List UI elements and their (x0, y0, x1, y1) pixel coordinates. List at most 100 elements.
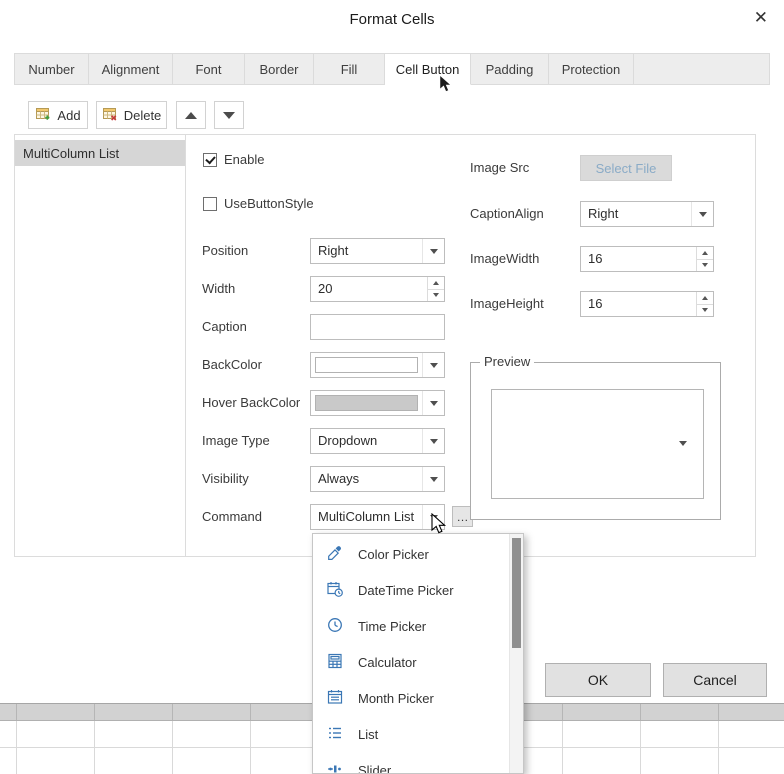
close-icon[interactable]: ✕ (754, 8, 768, 28)
page-title: Format Cells (0, 11, 784, 28)
list-item-label: MultiColumn List (23, 146, 119, 161)
position-dropdown[interactable]: Right (310, 238, 445, 264)
popup-item-label: Calculator (358, 655, 417, 670)
popup-item-month-picker[interactable]: Month Picker (313, 680, 523, 716)
popup-item-list[interactable]: List (313, 716, 523, 752)
tab-font[interactable]: Font (173, 54, 245, 85)
dropdown-arrow-button[interactable] (422, 429, 444, 453)
command-label: Command (202, 504, 262, 530)
popup-item-slider[interactable]: Slider (313, 752, 523, 774)
list-item[interactable]: MultiColumn List (15, 140, 185, 166)
format-cells-dialog: Format Cells ✕ Number Alignment Font Bor… (0, 0, 784, 774)
tab-number[interactable]: Number (15, 54, 89, 85)
tab-fill[interactable]: Fill (314, 54, 385, 85)
calculator-icon (326, 652, 344, 673)
preview-dropdown-arrow-icon (679, 441, 687, 446)
month-picker-icon (326, 688, 344, 709)
chevron-down-icon (430, 515, 438, 520)
ok-button[interactable]: OK (545, 663, 651, 697)
enable-label: Enable (224, 147, 264, 173)
tab-protection[interactable]: Protection (549, 54, 634, 85)
add-button[interactable]: Add (28, 101, 88, 129)
move-down-button[interactable] (214, 101, 244, 129)
caption-align-value: Right (581, 202, 691, 226)
image-width-spinner[interactable]: 16 (580, 246, 714, 272)
color-picker-icon (326, 544, 344, 565)
image-height-spinner[interactable]: 16 (580, 291, 714, 317)
dropdown-arrow-button[interactable] (422, 239, 444, 263)
preview-cell-box (491, 389, 704, 499)
popup-item-time-picker[interactable]: Time Picker (313, 608, 523, 644)
delete-button-label: Delete (124, 108, 162, 123)
dropdown-arrow-button[interactable] (422, 505, 444, 529)
use-button-style-label: UseButtonStyle (224, 191, 314, 217)
popup-scrollbar-thumb[interactable] (512, 538, 521, 648)
image-height-label: ImageHeight (470, 291, 544, 317)
width-spinner[interactable]: 20 (310, 276, 445, 302)
caption-align-label: CaptionAlign (470, 201, 544, 227)
popup-item-label: Time Picker (358, 619, 426, 634)
tab-label: Border (259, 62, 298, 77)
popup-scrollbar[interactable] (509, 534, 523, 773)
delete-icon (102, 106, 118, 125)
preview-group-label: Preview (480, 354, 534, 369)
spinner-down-button[interactable] (697, 305, 713, 317)
tab-label: Number (28, 62, 74, 77)
popup-item-color-picker[interactable]: Color Picker (313, 536, 523, 572)
time-picker-icon (326, 616, 344, 637)
dropdown-arrow-button[interactable] (422, 467, 444, 491)
tab-border[interactable]: Border (245, 54, 314, 85)
command-dropdown-popup: Color Picker DateTime Picker Time Picker… (312, 533, 524, 774)
caption-input[interactable] (310, 314, 445, 340)
spinner-up-icon (702, 296, 708, 300)
popup-item-label: Month Picker (358, 691, 434, 706)
command-value: MultiColumn List (311, 505, 422, 529)
move-up-button[interactable] (176, 101, 206, 129)
tab-strip: Number Alignment Font Border Fill Cell B… (14, 53, 770, 85)
popup-item-calculator[interactable]: Calculator (313, 644, 523, 680)
preview-groupbox: Preview (470, 362, 721, 520)
cancel-button[interactable]: Cancel (663, 663, 767, 697)
dropdown-arrow-button[interactable] (422, 353, 444, 377)
spinner-up-button[interactable] (697, 247, 713, 260)
tab-cell-button[interactable]: Cell Button (385, 54, 471, 85)
tab-label: Fill (341, 62, 358, 77)
spinner-down-button[interactable] (428, 290, 444, 302)
tab-label: Alignment (102, 62, 160, 77)
select-file-button[interactable]: Select File (580, 155, 672, 181)
delete-button[interactable]: Delete (96, 101, 167, 129)
image-type-dropdown[interactable]: Dropdown (310, 428, 445, 454)
datetime-picker-icon (326, 580, 344, 601)
image-type-label: Image Type (202, 428, 270, 454)
image-width-label: ImageWidth (470, 246, 539, 272)
back-color-dropdown[interactable] (310, 352, 445, 378)
list-icon (326, 724, 344, 745)
tab-alignment[interactable]: Alignment (89, 54, 173, 85)
dropdown-arrow-button[interactable] (691, 202, 713, 226)
move-down-icon (223, 112, 235, 119)
enable-checkbox[interactable] (203, 153, 217, 167)
image-height-value: 16 (581, 292, 696, 316)
spinner-down-button[interactable] (697, 260, 713, 272)
visibility-dropdown[interactable]: Always (310, 466, 445, 492)
hover-back-color-dropdown[interactable] (310, 390, 445, 416)
chevron-down-icon (430, 401, 438, 406)
tab-label: Padding (486, 62, 534, 77)
spinner-up-icon (702, 251, 708, 255)
popup-item-label: List (358, 727, 378, 742)
tab-padding[interactable]: Padding (471, 54, 549, 85)
chevron-down-icon (430, 477, 438, 482)
caption-align-dropdown[interactable]: Right (580, 201, 714, 227)
tab-label: Cell Button (396, 62, 460, 77)
width-value: 20 (311, 277, 427, 301)
spinner-down-icon (702, 263, 708, 267)
popup-item-datetime-picker[interactable]: DateTime Picker (313, 572, 523, 608)
back-color-label: BackColor (202, 352, 262, 378)
dropdown-arrow-button[interactable] (422, 391, 444, 415)
command-dropdown[interactable]: MultiColumn List (310, 504, 445, 530)
width-label: Width (202, 276, 235, 302)
use-button-style-checkbox[interactable] (203, 197, 217, 211)
popup-item-label: DateTime Picker (358, 583, 454, 598)
spinner-up-button[interactable] (697, 292, 713, 305)
spinner-up-button[interactable] (428, 277, 444, 290)
